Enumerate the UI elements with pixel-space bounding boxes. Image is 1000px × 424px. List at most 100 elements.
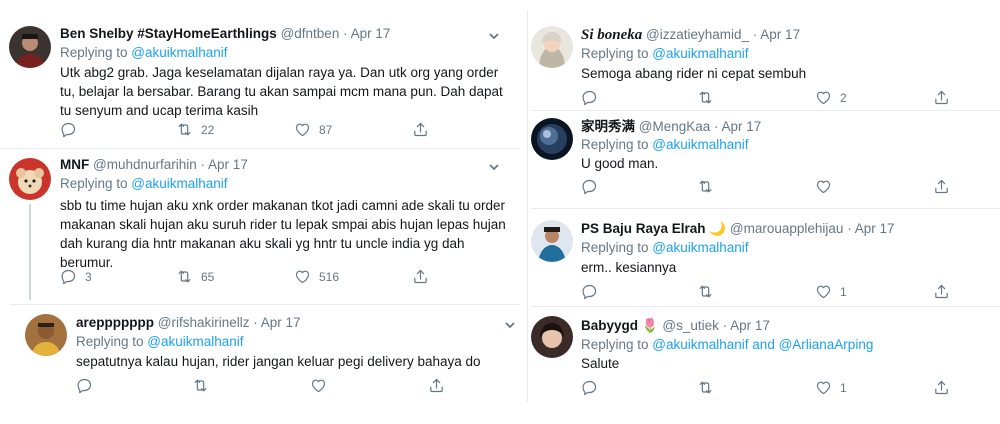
share-button[interactable] (933, 379, 950, 396)
share-icon (933, 379, 950, 396)
share-button[interactable] (933, 178, 950, 195)
tweet-mengkaa[interactable]: 家明秀满 @MengKaa · Apr 17 Replying to @akui… (531, 110, 1000, 208)
display-name[interactable]: PS Baju Raya Elrah (581, 221, 706, 236)
reply-icon (581, 89, 598, 106)
share-icon (933, 283, 950, 300)
display-name[interactable]: MNF (60, 157, 89, 172)
handle[interactable]: @rifshakirinellz (158, 315, 250, 330)
like-button[interactable] (815, 178, 840, 195)
share-icon (428, 377, 445, 394)
tweet-actions (76, 377, 496, 395)
separator: · (339, 26, 351, 41)
like-count: 2 (840, 90, 847, 105)
reply-button[interactable]: 3 (60, 268, 92, 285)
handle[interactable]: @MengKaa (639, 119, 711, 134)
reply-button[interactable] (60, 121, 85, 138)
display-name[interactable]: areppppppp (76, 315, 154, 330)
like-button[interactable]: 516 (294, 268, 339, 285)
reply-button[interactable] (581, 379, 606, 396)
display-name[interactable]: Si boneka (581, 27, 642, 43)
tweet-ben-shelby[interactable]: Ben Shelby #StayHomeEarthlings @dfntben … (0, 0, 520, 148)
like-button[interactable]: 1 (815, 379, 847, 396)
tweet-header: areppppppp @rifshakirinellz · Apr 17 (76, 314, 301, 332)
avatar[interactable] (531, 118, 573, 160)
retweet-button[interactable] (192, 377, 217, 394)
tweet-areppppppp[interactable]: areppppppp @rifshakirinellz · Apr 17 Rep… (0, 304, 520, 414)
timestamp[interactable]: Apr 17 (351, 26, 391, 41)
handle[interactable]: @dfntben (281, 26, 340, 41)
reply-mention-link[interactable]: @akuikmalhanif (652, 337, 748, 352)
like-button[interactable] (310, 377, 335, 394)
reply-mention-link[interactable]: @akuikmalhanif (131, 176, 227, 191)
separator: · (749, 27, 761, 42)
avatar[interactable] (9, 158, 51, 200)
reply-mention-link-2[interactable]: @ArlianaArping (779, 337, 874, 352)
reply-mention-link[interactable]: @akuikmalhanif (652, 46, 748, 61)
reply-button[interactable] (581, 283, 606, 300)
reply-button[interactable] (76, 377, 101, 394)
avatar[interactable] (531, 316, 573, 358)
timestamp[interactable]: Apr 17 (722, 119, 762, 134)
reply-mention-link[interactable]: @akuikmalhanif (652, 137, 748, 152)
avatar[interactable] (25, 314, 67, 356)
tweet-header: PS Baju Raya Elrah 🌙 @marouapplehijau · … (581, 220, 894, 238)
retweet-icon (697, 283, 714, 300)
timestamp[interactable]: Apr 17 (855, 221, 895, 236)
reply-button[interactable] (581, 89, 606, 106)
retweet-button[interactable] (697, 379, 722, 396)
handle[interactable]: @s_utiek (662, 318, 718, 333)
handle[interactable]: @muhdnurfarihin (93, 157, 197, 172)
retweet-button[interactable]: 65 (176, 268, 214, 285)
display-name[interactable]: Ben Shelby #StayHomeEarthlings (60, 26, 277, 41)
reply-icon (581, 178, 598, 195)
handle[interactable]: @marouapplehijau (730, 221, 844, 236)
replying-to: Replying to @akuikmalhanif (60, 45, 228, 60)
tweet-actions: 2 (581, 89, 981, 107)
share-button[interactable] (412, 268, 429, 285)
retweet-button[interactable]: 22 (176, 121, 214, 138)
like-button[interactable]: 2 (815, 89, 847, 106)
share-button[interactable] (412, 121, 429, 138)
share-button[interactable] (933, 89, 950, 106)
reply-button[interactable] (581, 178, 606, 195)
heart-icon (815, 89, 832, 106)
retweet-button[interactable] (697, 89, 722, 106)
tweet-text: Utk abg2 grab. Jaga keselamatan dijalan … (60, 65, 503, 118)
reply-mention-link[interactable]: @akuikmalhanif (652, 240, 748, 255)
like-button[interactable]: 87 (294, 121, 332, 138)
tweet-babyygd[interactable]: Babyygd 🌷 @s_utiek · Apr 17 Replying to … (531, 306, 1000, 416)
tweet-header: Si boneka @izzatieyhamid_ · Apr 17 (581, 26, 800, 44)
chevron-down-icon[interactable] (504, 318, 516, 330)
tweet-ps-baju-raya[interactable]: PS Baju Raya Elrah 🌙 @marouapplehijau · … (531, 208, 1000, 308)
tweet-si-boneka[interactable]: Si boneka @izzatieyhamid_ · Apr 17 Reply… (531, 0, 1000, 110)
handle[interactable]: @izzatieyhamid_ (646, 27, 749, 42)
display-name[interactable]: Babyygd (581, 318, 638, 333)
thread-connector (29, 204, 31, 300)
avatar[interactable] (531, 26, 573, 68)
retweet-button[interactable] (697, 283, 722, 300)
right-column: Si boneka @izzatieyhamid_ · Apr 17 Reply… (531, 0, 1000, 424)
share-button[interactable] (933, 283, 950, 300)
display-name[interactable]: 家明秀满 (581, 119, 635, 134)
chevron-down-icon[interactable] (488, 29, 500, 41)
share-button[interactable] (428, 377, 445, 394)
separator: · (843, 221, 855, 236)
tweet-actions: 3 65 516 (60, 268, 500, 286)
tweet-text: Semoga abang rider ni cepat sembuh (581, 66, 807, 81)
reply-mention-link[interactable]: @akuikmalhanif (131, 45, 227, 60)
separator: · (249, 315, 261, 330)
timestamp[interactable]: Apr 17 (261, 315, 301, 330)
avatar[interactable] (9, 26, 51, 68)
tweet-actions (581, 178, 981, 196)
reply-mention-link[interactable]: @akuikmalhanif (147, 334, 243, 349)
timestamp[interactable]: Apr 17 (730, 318, 770, 333)
avatar[interactable] (531, 220, 573, 262)
replying-to: Replying to @akuikmalhanif (581, 46, 749, 61)
timestamp[interactable]: Apr 17 (208, 157, 248, 172)
chevron-down-icon[interactable] (488, 160, 500, 172)
timestamp[interactable]: Apr 17 (760, 27, 800, 42)
retweet-button[interactable] (697, 178, 722, 195)
like-button[interactable]: 1 (815, 283, 847, 300)
tweet-mnf[interactable]: MNF @muhdnurfarihin · Apr 17 Replying to… (0, 148, 520, 303)
retweet-count: 22 (201, 122, 215, 137)
